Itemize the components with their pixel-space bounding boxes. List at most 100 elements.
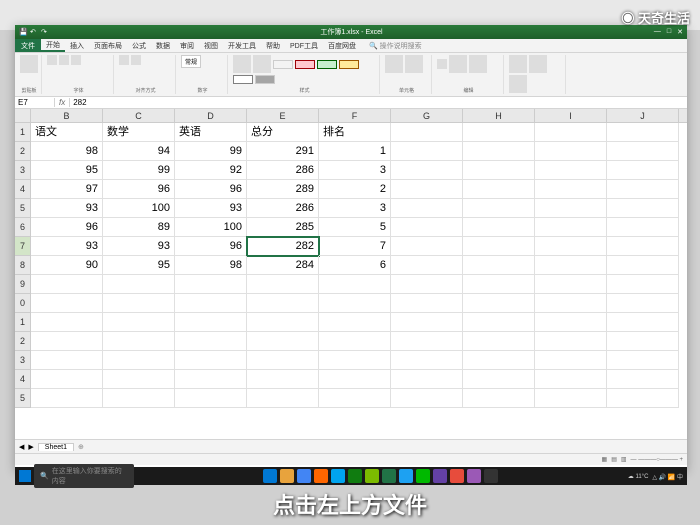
cell[interactable] [391, 370, 463, 389]
cell[interactable]: 291 [247, 142, 319, 161]
taskbar-app-icon[interactable] [399, 469, 413, 483]
cell[interactable]: 语文 [31, 123, 103, 142]
cell[interactable] [535, 332, 607, 351]
style-check[interactable] [255, 75, 275, 84]
maximize-icon[interactable]: □ [667, 28, 671, 36]
cell[interactable] [103, 351, 175, 370]
row-header[interactable]: 5 [15, 389, 30, 408]
cell[interactable] [391, 218, 463, 237]
close-icon[interactable]: ✕ [677, 28, 683, 36]
taskbar-app-icon[interactable] [433, 469, 447, 483]
add-sheet-button[interactable]: ⊕ [78, 443, 84, 451]
save-icon[interactable]: 💾 [19, 28, 27, 36]
cell[interactable] [463, 313, 535, 332]
row-header[interactable]: 2 [15, 142, 30, 161]
cell[interactable] [607, 332, 679, 351]
cell[interactable]: 286 [247, 161, 319, 180]
cell[interactable] [31, 351, 103, 370]
row-header[interactable]: 6 [15, 218, 30, 237]
cell[interactable] [391, 180, 463, 199]
view-page-icon[interactable]: ▤ [611, 456, 617, 463]
taskbar-app-icon[interactable] [382, 469, 396, 483]
cell[interactable] [463, 389, 535, 408]
row-header[interactable]: 5 [15, 199, 30, 218]
cell[interactable] [391, 161, 463, 180]
cell[interactable]: 排名 [319, 123, 391, 142]
cell[interactable] [175, 389, 247, 408]
cell[interactable] [175, 351, 247, 370]
cell[interactable] [319, 275, 391, 294]
cell[interactable] [535, 218, 607, 237]
cell[interactable]: 282 [247, 237, 319, 256]
row-header[interactable]: 9 [15, 275, 30, 294]
taskbar-search[interactable]: 🔍 在这里输入你要搜索的内容 [34, 464, 134, 488]
cell[interactable] [31, 370, 103, 389]
row-header[interactable]: 2 [15, 332, 30, 351]
cell[interactable] [463, 332, 535, 351]
cell[interactable] [103, 332, 175, 351]
find-icon[interactable] [469, 55, 487, 73]
tab-pdf[interactable]: PDF工具 [285, 39, 323, 52]
cell[interactable] [463, 218, 535, 237]
cell[interactable]: 总分 [247, 123, 319, 142]
sheet-nav-next[interactable]: ▶ [28, 443, 33, 451]
cell[interactable]: 93 [175, 199, 247, 218]
cell[interactable]: 数学 [103, 123, 175, 142]
cell[interactable] [463, 275, 535, 294]
cell[interactable] [391, 313, 463, 332]
cell[interactable] [103, 294, 175, 313]
weather-widget[interactable]: ☁ 11°C [628, 473, 649, 480]
row-header[interactable]: 1 [15, 123, 30, 142]
cell[interactable]: 5 [319, 218, 391, 237]
addon1-icon[interactable] [509, 55, 527, 73]
cell[interactable]: 100 [175, 218, 247, 237]
sort-filter-icon[interactable] [449, 55, 467, 73]
cell[interactable] [319, 370, 391, 389]
underline-icon[interactable] [71, 55, 81, 65]
tab-formulas[interactable]: 公式 [127, 39, 151, 52]
cell[interactable]: 98 [175, 256, 247, 275]
cell[interactable]: 286 [247, 199, 319, 218]
cell[interactable] [463, 161, 535, 180]
cell[interactable] [319, 332, 391, 351]
column-header[interactable]: E [247, 109, 319, 122]
undo-icon[interactable]: ↶ [30, 28, 38, 36]
cell[interactable] [175, 313, 247, 332]
cell[interactable]: 96 [103, 180, 175, 199]
cell[interactable] [535, 275, 607, 294]
cell[interactable] [31, 294, 103, 313]
cell[interactable] [463, 142, 535, 161]
cell[interactable] [391, 123, 463, 142]
paste-icon[interactable] [20, 55, 38, 73]
cell[interactable] [247, 370, 319, 389]
cell[interactable] [391, 351, 463, 370]
cell[interactable] [31, 389, 103, 408]
redo-icon[interactable]: ↷ [41, 28, 49, 36]
cell[interactable] [607, 370, 679, 389]
select-all-corner[interactable] [15, 109, 31, 122]
column-header[interactable]: J [607, 109, 679, 122]
cell[interactable] [535, 351, 607, 370]
cell[interactable] [607, 294, 679, 313]
autosum-icon[interactable] [437, 59, 447, 69]
cell[interactable] [535, 142, 607, 161]
cell[interactable] [463, 256, 535, 275]
taskbar-app-icon[interactable] [314, 469, 328, 483]
taskbar-app-icon[interactable] [450, 469, 464, 483]
cell[interactable] [175, 275, 247, 294]
cell[interactable] [247, 294, 319, 313]
bold-icon[interactable] [47, 55, 57, 65]
column-header[interactable]: F [319, 109, 391, 122]
cell[interactable] [607, 389, 679, 408]
style-bad[interactable] [295, 60, 315, 69]
fx-icon[interactable]: fx [55, 98, 70, 107]
cell[interactable]: 96 [175, 180, 247, 199]
taskbar-app-icon[interactable] [331, 469, 345, 483]
cell[interactable] [535, 180, 607, 199]
cell[interactable]: 95 [103, 256, 175, 275]
cell[interactable]: 3 [319, 199, 391, 218]
sheet-tab-active[interactable]: Sheet1 [38, 443, 74, 451]
cell[interactable] [463, 370, 535, 389]
cell[interactable] [319, 351, 391, 370]
cell[interactable] [607, 351, 679, 370]
